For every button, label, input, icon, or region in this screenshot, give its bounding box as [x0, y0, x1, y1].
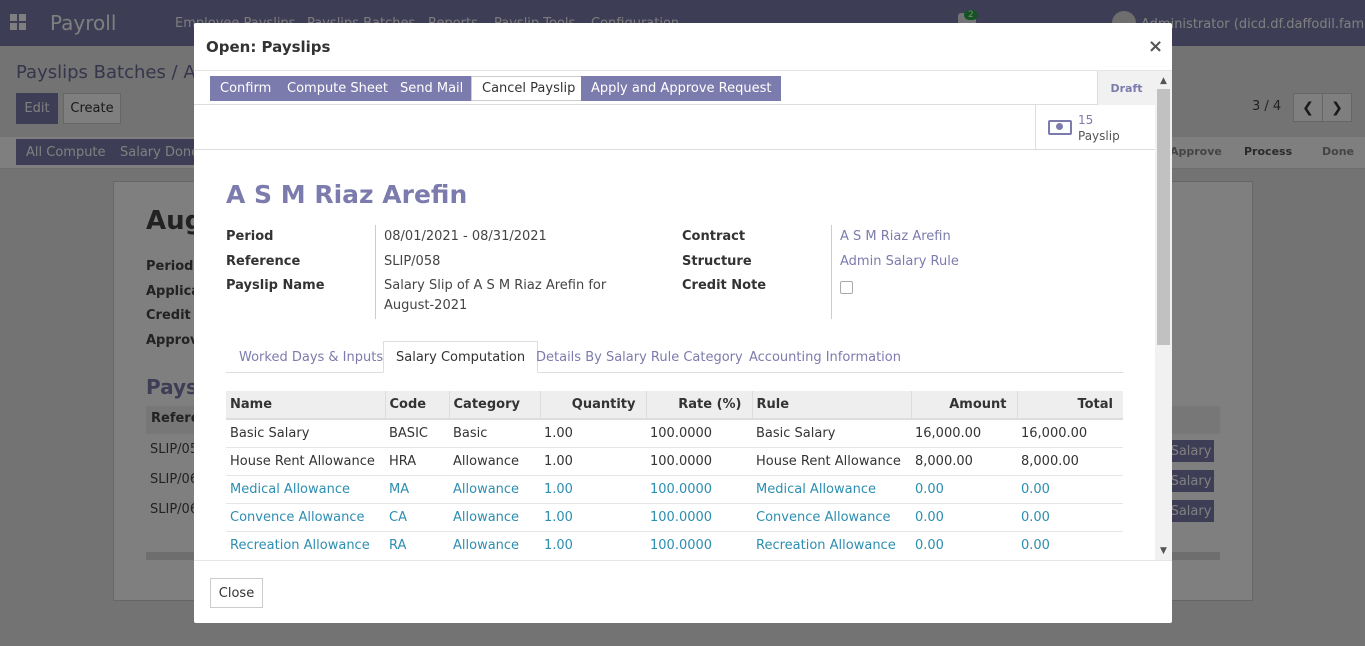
employee-name: A S M Riaz Arefin	[226, 180, 468, 209]
dialog-footer: Close	[194, 560, 1172, 623]
cell-rule: Recreation Allowance	[752, 530, 911, 559]
cell-name: House Rent Allowance	[226, 446, 385, 475]
close-icon[interactable]: ×	[1148, 36, 1163, 57]
cell-name: Convence Allowance	[226, 502, 385, 531]
cell-amount: 0.00	[911, 502, 1017, 531]
credit-note-label: Credit Note	[682, 278, 767, 293]
payslip-action-bar: Confirm Compute Sheet Send Mail Cancel P…	[194, 71, 1155, 105]
cell-amount: 16,000.00	[911, 418, 1017, 447]
cell-quantity: 1.00	[540, 502, 646, 531]
contract-label: Contract	[682, 229, 746, 244]
cell-amount: 0.00	[911, 530, 1017, 559]
cell-rate: 100.0000	[646, 446, 752, 475]
table-row[interactable]: Basic Salary BASIC Basic 1.00 100.0000 B…	[226, 418, 1123, 447]
send-mail-button[interactable]: Send Mail	[390, 76, 474, 101]
table-row[interactable]: House Rent Allowance HRA Allowance 1.00 …	[226, 446, 1123, 475]
cell-name: Recreation Allowance	[226, 530, 385, 559]
tab-worked-days[interactable]: Worked Days & Inputs	[227, 341, 395, 373]
cell-rate: 100.0000	[646, 418, 752, 447]
payslip-label: Payslip	[1078, 128, 1120, 143]
status-draft[interactable]: Draft	[1097, 71, 1155, 105]
confirm-button[interactable]: Confirm	[210, 76, 282, 101]
scroll-up-icon[interactable]: ▲	[1157, 74, 1170, 87]
tab-salary-computation[interactable]: Salary Computation	[383, 341, 539, 373]
cell-total: 0.00	[1017, 474, 1123, 503]
compute-sheet-button[interactable]: Compute Sheet	[277, 76, 398, 101]
cell-code: RA	[385, 530, 449, 559]
cell-amount: 8,000.00	[911, 446, 1017, 475]
cell-rate: 100.0000	[646, 530, 752, 559]
cell-total: 0.00	[1017, 502, 1123, 531]
column-header-rate[interactable]: Rate (%)	[645, 391, 752, 420]
column-header-quantity[interactable]: Quantity	[539, 391, 646, 420]
money-icon	[1048, 120, 1072, 135]
structure-link[interactable]: Admin Salary Rule	[840, 254, 959, 269]
payslip-count: 15	[1078, 112, 1094, 127]
table-row[interactable]: Convence Allowance CA Allowance 1.00 100…	[226, 502, 1123, 531]
column-header-total[interactable]: Total	[1016, 391, 1123, 420]
credit-note-checkbox[interactable]	[840, 281, 853, 294]
cancel-payslip-button[interactable]: Cancel Payslip	[471, 76, 587, 101]
column-header-code[interactable]: Code	[384, 391, 449, 420]
cell-code: HRA	[385, 446, 449, 475]
cell-category: Basic	[449, 418, 540, 447]
cell-quantity: 1.00	[540, 530, 646, 559]
reference-value[interactable]: SLIP/058	[384, 254, 440, 269]
payslip-dialog: Open: Payslips × Confirm Compute Sheet S…	[194, 23, 1172, 623]
cell-code: MA	[385, 474, 449, 503]
cell-amount: 0.00	[911, 474, 1017, 503]
cell-rate: 100.0000	[646, 474, 752, 503]
dialog-header: Open: Payslips ×	[194, 23, 1172, 71]
payslip-smart-button[interactable]: 15 Payslip	[1035, 105, 1155, 150]
structure-label: Structure	[682, 254, 752, 269]
reference-label: Reference	[226, 254, 301, 269]
field-divider	[375, 225, 376, 319]
column-header-name[interactable]: Name	[226, 391, 385, 420]
period-value[interactable]: 08/01/2021 - 08/31/2021	[384, 229, 547, 244]
cell-rule: House Rent Allowance	[752, 446, 911, 475]
cell-code: CA	[385, 502, 449, 531]
table-row[interactable]: Recreation Allowance RA Allowance 1.00 1…	[226, 530, 1123, 559]
column-header-rule[interactable]: Rule	[751, 391, 911, 420]
cell-category: Allowance	[449, 530, 540, 559]
close-button[interactable]: Close	[210, 578, 263, 608]
dialog-title: Open: Payslips	[206, 38, 331, 56]
cell-total: 8,000.00	[1017, 446, 1123, 475]
tab-details-by-category[interactable]: Details By Salary Rule Category	[524, 341, 755, 373]
column-header-category[interactable]: Category	[448, 391, 540, 420]
salary-computation-table: Name Code Category Quantity Rate (%) Rul…	[226, 391, 1123, 559]
cell-category: Allowance	[449, 502, 540, 531]
cell-rule: Convence Allowance	[752, 502, 911, 531]
payslip-name-value-cont[interactable]: August-2021	[384, 298, 467, 313]
payslip-name-value[interactable]: Salary Slip of A S M Riaz Arefin for	[384, 278, 606, 293]
column-header-amount[interactable]: Amount	[910, 391, 1017, 420]
cell-total: 0.00	[1017, 530, 1123, 559]
cell-quantity: 1.00	[540, 418, 646, 447]
smart-button-bar: 15 Payslip	[194, 105, 1155, 150]
dialog-body: Confirm Compute Sheet Send Mail Cancel P…	[194, 71, 1172, 560]
table-row[interactable]: Medical Allowance MA Allowance 1.00 100.…	[226, 474, 1123, 503]
cell-total: 16,000.00	[1017, 418, 1123, 447]
cell-rule: Basic Salary	[752, 418, 911, 447]
tab-accounting-information[interactable]: Accounting Information	[737, 341, 913, 373]
contract-link[interactable]: A S M Riaz Arefin	[840, 229, 951, 244]
cell-code: BASIC	[385, 418, 449, 447]
cell-rate: 100.0000	[646, 502, 752, 531]
cell-quantity: 1.00	[540, 446, 646, 475]
cell-quantity: 1.00	[540, 474, 646, 503]
cell-name: Medical Allowance	[226, 474, 385, 503]
scrollbar-thumb[interactable]	[1157, 89, 1170, 345]
cell-name: Basic Salary	[226, 418, 385, 447]
apply-approve-button[interactable]: Apply and Approve Request	[581, 76, 782, 101]
table-header-row: Name Code Category Quantity Rate (%) Rul…	[226, 391, 1123, 420]
payslip-name-label: Payslip Name	[226, 278, 325, 293]
cell-category: Allowance	[449, 474, 540, 503]
field-divider	[831, 225, 832, 319]
cell-category: Allowance	[449, 446, 540, 475]
scroll-down-icon[interactable]: ▼	[1157, 544, 1170, 557]
period-label: Period	[226, 229, 274, 244]
cell-rule: Medical Allowance	[752, 474, 911, 503]
